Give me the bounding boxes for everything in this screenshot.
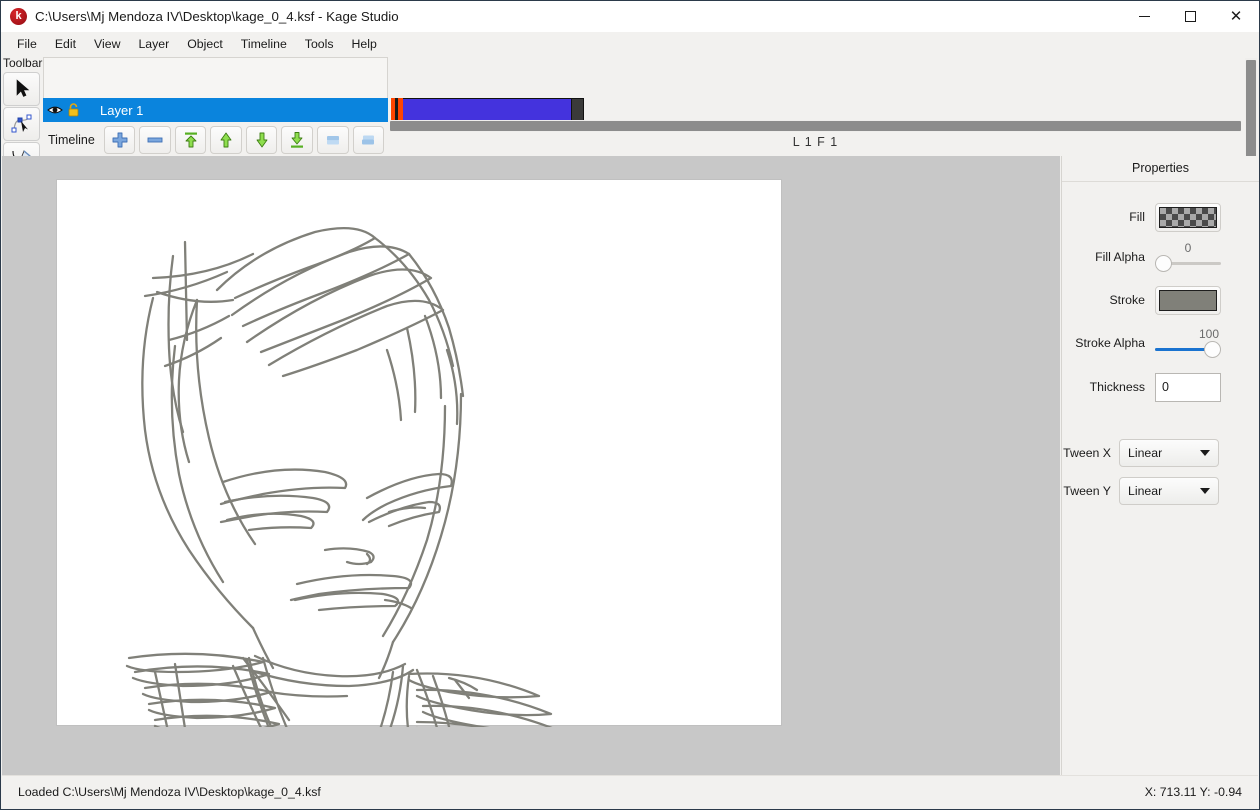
menu-help[interactable]: Help bbox=[343, 34, 386, 54]
menu-bar: File Edit View Layer Object Timeline Too… bbox=[1, 32, 1259, 55]
menu-layer[interactable]: Layer bbox=[129, 34, 178, 54]
stroke-alpha-label: Stroke Alpha bbox=[1075, 336, 1145, 350]
tween-x-select[interactable]: Linear bbox=[1119, 439, 1219, 467]
tween-x-label: Tween X bbox=[1063, 446, 1111, 460]
arrow-up-icon bbox=[220, 132, 232, 148]
node-edit-icon bbox=[11, 114, 31, 133]
kage-studio-window: k C:\Users\Mj Mendoza IV\Desktop\kage_0_… bbox=[0, 0, 1260, 810]
canvas-viewport[interactable] bbox=[2, 156, 1060, 776]
stroke-alpha-slider[interactable] bbox=[1155, 339, 1221, 359]
clip-body[interactable] bbox=[403, 98, 571, 122]
thickness-label: Thickness bbox=[1089, 380, 1145, 394]
layers-merge-icon bbox=[362, 135, 375, 145]
tween-x-value: Linear bbox=[1128, 446, 1163, 460]
select-tool[interactable] bbox=[3, 72, 40, 106]
layer-name-label: Layer 1 bbox=[100, 102, 144, 118]
close-button[interactable]: ✕ bbox=[1213, 1, 1259, 32]
window-title: C:\Users\Mj Mendoza IV\Desktop\kage_0_4.… bbox=[35, 9, 399, 24]
fill-row: Fill bbox=[1062, 200, 1259, 234]
add-layer-button[interactable] bbox=[103, 126, 136, 154]
stroke-alpha-row: Stroke Alpha 100 bbox=[1062, 320, 1259, 366]
transparent-checker-icon bbox=[1159, 206, 1217, 228]
maximize-icon bbox=[1184, 11, 1196, 22]
scrollbar-thumb[interactable] bbox=[390, 121, 1241, 131]
frame-indicator: L 1 F 1 bbox=[792, 135, 839, 149]
close-icon: ✕ bbox=[1229, 7, 1243, 25]
slider-knob[interactable] bbox=[1204, 341, 1221, 358]
node-edit-tool[interactable] bbox=[3, 107, 40, 141]
properties-panel: Properties Fill Fill Alpha 0 Stroke Stro… bbox=[1061, 156, 1259, 776]
merge-layer-button[interactable] bbox=[352, 126, 385, 154]
status-bar: Loaded C:\Users\Mj Mendoza IV\Desktop\ka… bbox=[2, 775, 1258, 808]
tween-y-row: Tween Y Linear bbox=[1062, 472, 1259, 510]
stroke-color-swatch[interactable] bbox=[1155, 285, 1221, 315]
stroke-row: Stroke bbox=[1062, 280, 1259, 320]
timeline-label: Timeline bbox=[48, 133, 95, 147]
fill-alpha-row: Fill Alpha 0 bbox=[1062, 234, 1259, 280]
remove-layer-button[interactable] bbox=[139, 126, 171, 154]
lock-icon[interactable] bbox=[67, 103, 80, 117]
fill-color-swatch[interactable] bbox=[1155, 202, 1221, 232]
cursor-arrow-icon bbox=[16, 79, 29, 97]
timeline-toolbar: Timeline bbox=[43, 124, 388, 156]
layers-stack-icon bbox=[326, 136, 339, 145]
window-controls: ✕ bbox=[1121, 1, 1259, 32]
menu-timeline[interactable]: Timeline bbox=[232, 34, 296, 54]
cursor-coordinates: X: 713.11 Y: -0.94 bbox=[1144, 785, 1242, 799]
move-layer-top-button[interactable] bbox=[174, 126, 207, 154]
chevron-down-icon bbox=[1200, 488, 1210, 494]
timeline-horizontal-scrollbar[interactable] bbox=[390, 120, 1241, 132]
properties-title: Properties bbox=[1062, 156, 1259, 182]
minimize-icon bbox=[1138, 16, 1150, 17]
tween-y-select[interactable]: Linear bbox=[1119, 477, 1219, 505]
arrow-to-top-icon bbox=[184, 132, 197, 148]
layer-list-panel bbox=[43, 57, 388, 102]
tween-y-value: Linear bbox=[1128, 484, 1163, 498]
menu-file[interactable]: File bbox=[8, 34, 46, 54]
minimize-button[interactable] bbox=[1121, 1, 1167, 32]
canvas-page[interactable] bbox=[56, 179, 782, 727]
kage-studio-logo: k bbox=[10, 8, 27, 25]
stroke-color-preview bbox=[1159, 289, 1217, 311]
menu-tools[interactable]: Tools bbox=[296, 34, 343, 54]
stroke-label: Stroke bbox=[1109, 293, 1145, 307]
tween-y-label: Tween Y bbox=[1063, 484, 1111, 498]
timeline-track-area[interactable] bbox=[389, 57, 1241, 122]
title-bar: k C:\Users\Mj Mendoza IV\Desktop\kage_0_… bbox=[1, 1, 1259, 32]
slider-knob[interactable] bbox=[1155, 255, 1172, 272]
move-layer-up-button[interactable] bbox=[210, 126, 242, 154]
plus-icon bbox=[112, 132, 127, 148]
arrow-down-icon bbox=[256, 132, 268, 148]
fill-label: Fill bbox=[1129, 210, 1145, 224]
status-message: Loaded C:\Users\Mj Mendoza IV\Desktop\ka… bbox=[18, 785, 321, 799]
minus-icon bbox=[147, 137, 163, 143]
fill-alpha-label: Fill Alpha bbox=[1095, 250, 1145, 264]
timeline-vertical-scrollbar[interactable] bbox=[1245, 58, 1257, 165]
tween-x-row: Tween X Linear bbox=[1062, 434, 1259, 472]
layer-row[interactable]: Layer 1 bbox=[43, 98, 388, 122]
thickness-input[interactable]: 0 bbox=[1155, 372, 1221, 402]
timeline-clip[interactable] bbox=[391, 98, 584, 122]
scrollbar-thumb[interactable] bbox=[1246, 60, 1256, 161]
slider-fill bbox=[1155, 348, 1207, 351]
menu-object[interactable]: Object bbox=[178, 34, 232, 54]
menu-edit[interactable]: Edit bbox=[46, 34, 85, 54]
duplicate-layer-button[interactable] bbox=[316, 126, 349, 154]
menu-view[interactable]: View bbox=[85, 34, 129, 54]
move-layer-down-button[interactable] bbox=[245, 126, 278, 154]
thickness-row: Thickness 0 bbox=[1062, 366, 1259, 408]
fill-alpha-slider[interactable] bbox=[1155, 253, 1221, 273]
toolbar-title: Toolbar bbox=[3, 56, 43, 70]
move-layer-bottom-button[interactable] bbox=[281, 126, 313, 154]
face-sketch bbox=[125, 227, 553, 727]
clip-end-marker[interactable] bbox=[571, 98, 584, 122]
maximize-button[interactable] bbox=[1167, 1, 1213, 32]
visibility-icon[interactable] bbox=[47, 104, 63, 116]
arrow-to-bottom-icon bbox=[291, 132, 304, 148]
chevron-down-icon bbox=[1200, 450, 1210, 456]
